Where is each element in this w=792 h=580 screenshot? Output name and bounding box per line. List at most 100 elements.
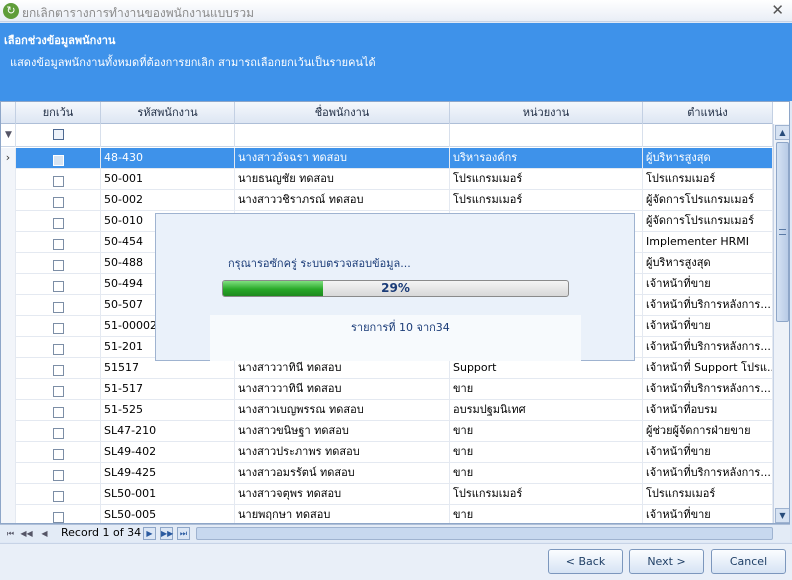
table-row[interactable]: › 48-430 นางสาวอัจฉรา ทดสอบ บริหารองค์กร ผู้… — [1, 148, 773, 169]
row-indicator[interactable] — [1, 505, 16, 523]
row-indicator[interactable] — [1, 295, 16, 316]
exclude-checkbox[interactable] — [52, 238, 64, 250]
column-header-employee-name[interactable]: ชื่อพนักงาน — [235, 102, 450, 124]
column-header-exclude[interactable]: ยกเว้น — [16, 102, 101, 124]
exclude-checkbox[interactable] — [52, 217, 64, 229]
filter-position[interactable] — [643, 124, 773, 147]
horizontal-scrollbar[interactable] — [196, 527, 773, 540]
row-indicator[interactable] — [1, 337, 16, 358]
row-indicator[interactable] — [1, 463, 16, 484]
exclude-cell — [16, 400, 101, 421]
select-all-checkbox[interactable] — [52, 129, 64, 140]
grip-icon — [779, 229, 786, 235]
table-row[interactable]: 50-002 นางสาววชิราภรณ์ ทดสอบ โปรแกรมเมอร์ผ… — [1, 190, 773, 211]
exclude-checkbox[interactable] — [52, 259, 64, 271]
next-button[interactable]: Next > — [629, 549, 704, 574]
exclude-cell — [16, 358, 101, 379]
exclude-checkbox[interactable] — [52, 448, 64, 460]
table-row[interactable]: SL49-425 นางสาวอมรรัตน์ ทดสอบ ขาย เจ้าหน้าท… — [1, 463, 773, 484]
filter-employee-code[interactable] — [101, 124, 235, 147]
scroll-thumb[interactable] — [776, 142, 789, 322]
prev-page-icon[interactable]: ◀◀ — [20, 527, 33, 540]
employee-name-cell: นางสาวอัจฉรา ทดสอบ — [235, 148, 450, 169]
employee-code-cell: SL50-001 — [101, 484, 235, 505]
exclude-checkbox[interactable] — [52, 469, 64, 481]
position-cell: เจ้าหน้าที่ขาย — [643, 316, 773, 337]
table-row[interactable]: 51-525 นางสาวเบญพรรณ ทดสอบ อบรมปฐมนิเทศ เจ้… — [1, 400, 773, 421]
exclude-checkbox[interactable] — [52, 427, 64, 439]
position-cell: ผู้ช่วยผู้จัดการฝ่ายขาย — [643, 421, 773, 442]
exclude-checkbox[interactable] — [52, 301, 64, 313]
filter-department[interactable] — [450, 124, 643, 147]
table-row[interactable]: 50-001 นายธนญชัย ทดสอบ โปรแกรมเมอร์ โปรแกรม… — [1, 169, 773, 190]
exclude-checkbox[interactable] — [52, 175, 64, 187]
next-page-icon[interactable]: ▶▶ — [160, 527, 173, 540]
row-indicator[interactable] — [1, 421, 16, 442]
row-indicator[interactable] — [1, 253, 16, 274]
app-refresh-icon: ↻ — [3, 3, 19, 19]
row-indicator[interactable] — [1, 316, 16, 337]
table-row[interactable]: 51517 นางสาววาทินี ทดสอบ Support เจ้าหน้าที… — [1, 358, 773, 379]
next-record-icon[interactable]: ▶ — [143, 527, 156, 540]
progress-message: กรุณารอซักครู่ ระบบตรวจสอบข้อมูล... — [228, 257, 411, 270]
exclude-checkbox[interactable] — [52, 406, 64, 418]
exclude-checkbox[interactable] — [52, 322, 64, 334]
row-indicator[interactable] — [1, 190, 16, 211]
table-row[interactable]: 51-517 นางสาววาทินี ทดสอบ ขาย เจ้าหน้าที่บร… — [1, 379, 773, 400]
exclude-cell — [16, 148, 101, 169]
row-indicator[interactable] — [1, 211, 16, 232]
wizard-footer: < Back Next > Cancel — [0, 543, 792, 580]
exclude-checkbox[interactable] — [52, 385, 64, 397]
row-indicator[interactable] — [1, 379, 16, 400]
position-cell: ผู้จัดการโปรแกรมเมอร์ — [643, 190, 773, 211]
exclude-checkbox[interactable] — [52, 364, 64, 376]
vertical-scrollbar[interactable]: ▲ ▼ — [773, 124, 789, 523]
position-cell: เจ้าหน้าที่ขาย — [643, 274, 773, 295]
column-header-position[interactable]: ตำแหน่ง — [643, 102, 773, 124]
row-indicator[interactable] — [1, 169, 16, 190]
department-cell: Support — [450, 358, 643, 379]
department-cell: ขาย — [450, 442, 643, 463]
column-header-employee-code[interactable]: รหัสพนักงาน — [101, 102, 235, 124]
funnel-icon[interactable]: ▼ — [5, 130, 12, 140]
filter-employee-name[interactable] — [235, 124, 450, 147]
column-header-department[interactable]: หน่วยงาน — [450, 102, 643, 124]
department-cell: โปรแกรมเมอร์ — [450, 190, 643, 211]
table-row[interactable]: SL50-005 นายพฤกษา ทดสอบ ขาย เจ้าหน้าที่ขาย — [1, 505, 773, 523]
exclude-checkbox[interactable] — [52, 196, 64, 208]
table-row[interactable]: SL50-001 นางสาวจตุพร ทดสอบ โปรแกรมเมอร์ โปร… — [1, 484, 773, 505]
window-title: ยกเลิกตารางการทำงานของพนักงานแบบรวม — [22, 6, 255, 20]
table-row[interactable]: SL47-210 นางสาวขนิษฐา ทดสอบ ขาย ผู้ช่วยผู้จ… — [1, 421, 773, 442]
row-indicator[interactable] — [1, 400, 16, 421]
exclude-checkbox[interactable] — [52, 280, 64, 292]
department-cell: ขาย — [450, 463, 643, 484]
title-bar: ↻ ยกเลิกตารางการทำงานของพนักงานแบบรวม ✕ — [0, 0, 792, 22]
cancel-button[interactable]: Cancel — [711, 549, 786, 574]
exclude-checkbox[interactable] — [52, 490, 64, 502]
position-cell: Implementer HRMI — [643, 232, 773, 253]
row-indicator-header — [1, 102, 16, 124]
first-record-icon[interactable]: ⏮ — [4, 527, 17, 540]
exclude-cell — [16, 211, 101, 232]
prev-record-icon[interactable]: ◀ — [38, 527, 51, 540]
exclude-checkbox[interactable] — [52, 154, 64, 166]
header-description: แสดงข้อมูลพนักงานทั้งหมดที่ต้องการยกเลิก… — [10, 56, 376, 69]
scroll-up-icon[interactable]: ▲ — [775, 125, 789, 140]
exclude-checkbox[interactable] — [52, 511, 64, 523]
table-row[interactable]: SL49-402 นางสาวประภาพร ทดสอบ ขาย เจ้าหน้าที… — [1, 442, 773, 463]
back-button[interactable]: < Back — [548, 549, 623, 574]
exclude-checkbox[interactable] — [52, 343, 64, 355]
row-indicator[interactable]: › — [1, 148, 16, 169]
position-cell: โปรแกรมเมอร์ — [643, 484, 773, 505]
row-indicator[interactable] — [1, 484, 16, 505]
row-indicator[interactable] — [1, 442, 16, 463]
department-cell: อบรมปฐมนิเทศ — [450, 400, 643, 421]
row-indicator[interactable] — [1, 274, 16, 295]
row-indicator[interactable] — [1, 232, 16, 253]
close-button[interactable]: ✕ — [771, 1, 784, 19]
row-indicator[interactable] — [1, 358, 16, 379]
scroll-down-icon[interactable]: ▼ — [775, 508, 789, 523]
last-record-icon[interactable]: ⏭ — [177, 527, 190, 540]
position-cell: ผู้บริหารสูงสุด — [643, 148, 773, 169]
record-indicator: Record 1 of 34 — [61, 526, 142, 539]
